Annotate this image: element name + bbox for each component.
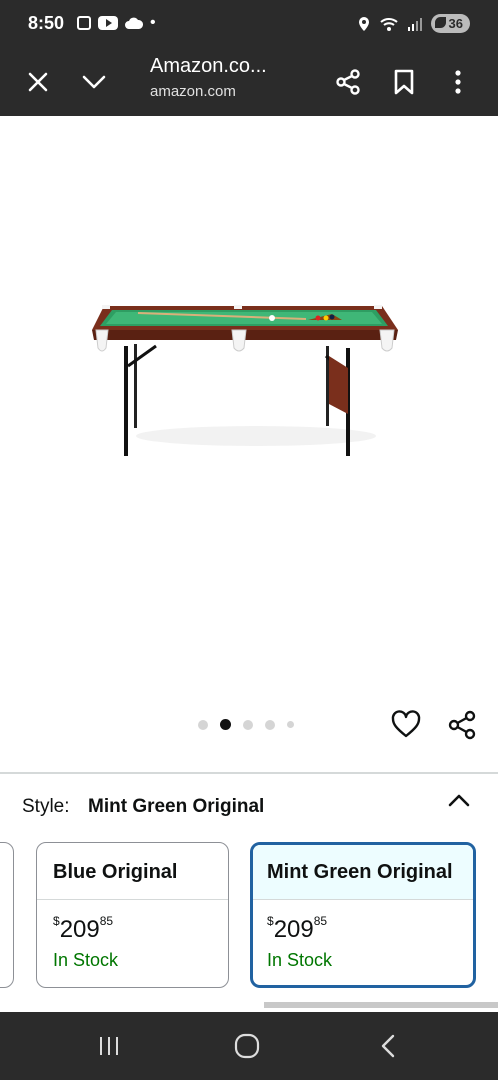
home-icon — [234, 1033, 260, 1059]
style-selected-value: Mint Green Original — [88, 796, 265, 817]
section-divider — [0, 772, 498, 774]
close-icon — [28, 72, 48, 92]
status-time: 8:50 — [28, 13, 65, 33]
recents-button[interactable] — [93, 1032, 125, 1060]
cloud-icon — [125, 17, 144, 29]
more-notifications-dot: • — [150, 14, 156, 31]
share-icon — [336, 69, 360, 95]
collapse-style-button[interactable] — [446, 790, 472, 815]
option-availability: In Stock — [267, 950, 333, 970]
wifi-icon — [379, 17, 398, 31]
status-notifications: • — [76, 14, 156, 32]
page-title: Amazon.co... — [150, 55, 267, 77]
gallery-dot[interactable] — [287, 721, 294, 728]
product-image — [92, 305, 398, 456]
style-option-partial[interactable] — [0, 842, 14, 988]
chevron-up-icon — [448, 794, 470, 807]
bookmark-icon — [394, 69, 414, 95]
share-icon — [448, 710, 476, 740]
youtube-icon — [98, 16, 118, 30]
browser-toolbar: Amazon.co... amazon.com — [0, 48, 498, 116]
gallery-pagination — [198, 719, 294, 730]
battery-saver-icon — [434, 17, 446, 28]
option-name: Mint Green Original — [253, 845, 473, 900]
style-option-mint-green-original[interactable]: Mint Green Original $20985 In Stock — [250, 842, 476, 988]
status-system: 36 — [357, 14, 470, 33]
share-button[interactable] — [328, 62, 368, 102]
location-icon — [358, 16, 369, 31]
style-option-blue-original[interactable]: Blue Original $20985 In Stock — [36, 842, 229, 988]
style-label: Style: — [22, 796, 70, 817]
more-vertical-icon — [455, 70, 461, 94]
gallery-dot[interactable] — [198, 719, 208, 730]
option-name: Blue Original — [37, 843, 228, 900]
status-bar: 8:50 • 36 — [0, 0, 498, 48]
back-button[interactable] — [372, 1032, 404, 1060]
product-image-area[interactable] — [0, 116, 498, 768]
battery-level: 36 — [448, 16, 463, 31]
gallery-dot[interactable] — [265, 719, 275, 730]
battery-indicator: 36 — [430, 14, 470, 33]
gallery-dot[interactable] — [243, 719, 253, 730]
recents-icon — [100, 1037, 118, 1055]
close-button[interactable] — [18, 62, 58, 102]
screenshot-icon — [77, 16, 91, 30]
heart-icon — [391, 710, 421, 738]
more-options-button[interactable] — [438, 62, 478, 102]
option-price: $20985 — [53, 914, 114, 943]
minimize-button[interactable] — [74, 62, 114, 102]
page-url: amazon.com — [150, 83, 236, 100]
signal-icon — [407, 17, 422, 31]
system-navigation-bar — [0, 1012, 498, 1080]
home-button[interactable] — [231, 1032, 263, 1060]
back-icon — [381, 1034, 395, 1058]
bookmark-button[interactable] — [384, 62, 424, 102]
gallery-dot-active[interactable] — [220, 719, 231, 730]
options-scrollbar[interactable] — [264, 1002, 498, 1008]
option-price: $20985 — [267, 914, 328, 943]
option-availability: In Stock — [53, 950, 119, 970]
chevron-down-icon — [82, 75, 106, 89]
share-product-button[interactable] — [446, 709, 478, 746]
add-to-list-button[interactable] — [390, 709, 422, 746]
